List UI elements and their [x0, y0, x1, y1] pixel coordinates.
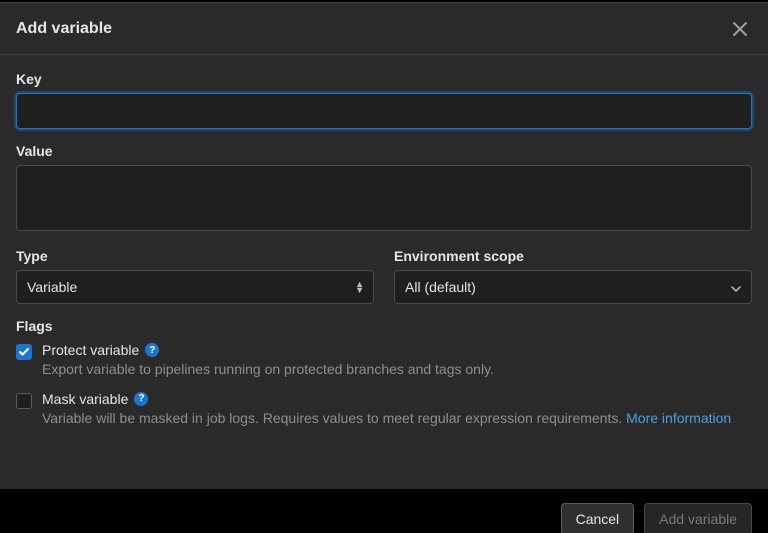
key-label: Key — [16, 71, 752, 87]
mask-variable-label: Mask variable — [42, 391, 128, 407]
mask-variable-row: Mask variable ? Variable will be masked … — [16, 391, 752, 428]
help-icon[interactable]: ? — [134, 392, 148, 406]
close-button[interactable] — [728, 17, 752, 41]
add-variable-button[interactable]: Add variable — [644, 503, 752, 533]
env-scope-dropdown[interactable]: All (default) — [394, 270, 752, 304]
protect-variable-body: Protect variable ? Export variable to pi… — [42, 342, 752, 379]
type-col: Type Variable ▲▼ — [16, 248, 374, 304]
protect-variable-row: Protect variable ? Export variable to pi… — [16, 342, 752, 379]
modal-title: Add variable — [16, 20, 112, 38]
env-scope-value: All (default) — [405, 279, 476, 295]
value-label: Value — [16, 143, 752, 159]
modal-header: Add variable — [0, 3, 768, 55]
mask-variable-desc: Variable will be masked in job logs. Req… — [42, 409, 752, 428]
env-scope-label: Environment scope — [394, 248, 752, 264]
help-icon[interactable]: ? — [145, 343, 159, 357]
type-select-wrap: Variable ▲▼ — [16, 270, 374, 304]
type-select[interactable]: Variable — [16, 270, 374, 304]
env-col: Environment scope All (default) — [394, 248, 752, 304]
flags-label: Flags — [16, 318, 752, 334]
cancel-button[interactable]: Cancel — [561, 503, 635, 533]
type-env-row: Type Variable ▲▼ Environment scope All (… — [16, 248, 752, 304]
key-input[interactable] — [16, 93, 752, 129]
protect-variable-label: Protect variable — [42, 342, 139, 358]
modal-footer: Cancel Add variable — [0, 489, 768, 533]
protect-variable-desc: Export variable to pipelines running on … — [42, 360, 752, 379]
modal-backdrop: Add variable Key Value Type Variable — [0, 0, 768, 533]
chevron-down-icon — [731, 279, 741, 295]
mask-variable-desc-text: Variable will be masked in job logs. Req… — [42, 410, 626, 426]
close-icon — [733, 22, 747, 36]
protect-variable-checkbox[interactable] — [16, 344, 32, 360]
type-label: Type — [16, 248, 374, 264]
flags-group: Protect variable ? Export variable to pi… — [16, 342, 752, 428]
add-variable-modal: Add variable Key Value Type Variable — [0, 2, 768, 489]
value-textarea[interactable] — [16, 165, 752, 231]
mask-variable-body: Mask variable ? Variable will be masked … — [42, 391, 752, 428]
more-information-link[interactable]: More information — [626, 410, 731, 426]
modal-body: Key Value Type Variable ▲▼ — [0, 55, 768, 489]
mask-variable-checkbox[interactable] — [16, 393, 32, 409]
